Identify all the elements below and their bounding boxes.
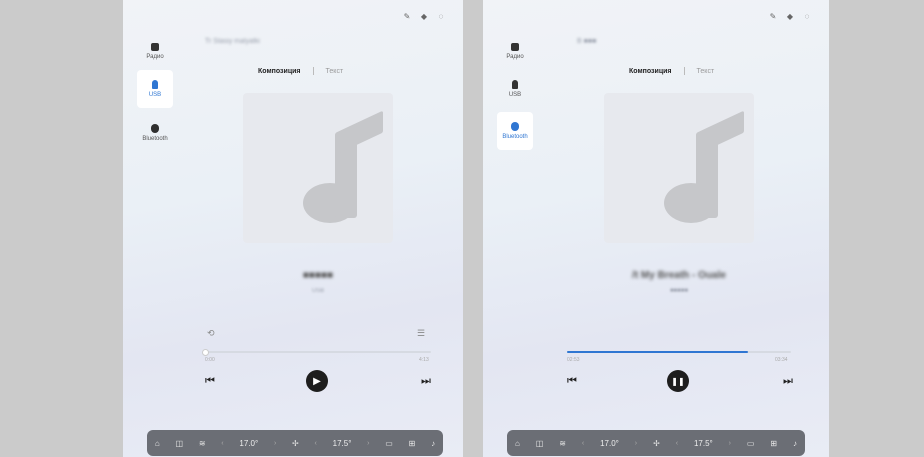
climate-bar: ⌂ ◫ ≋ ‹ 17.0° › ✢ ‹ 17.5° › ▭ ⊞ ♪ xyxy=(507,430,805,456)
temp-left-up-button[interactable]: › xyxy=(274,440,276,447)
status-bar: ✎ ◆ ◌ xyxy=(403,12,445,21)
pause-button[interactable]: ❚❚ xyxy=(667,370,689,392)
fan-icon[interactable]: ✢ xyxy=(653,439,660,448)
album-cover xyxy=(243,93,393,243)
sidebar-item-label: Bluetooth xyxy=(502,134,528,140)
time-total: 4:13 xyxy=(419,357,429,363)
source-title: B ■■■ xyxy=(577,38,597,45)
tab-divider xyxy=(683,67,685,75)
edit-icon: ✎ xyxy=(403,12,411,21)
sidebar-item-label: Радио xyxy=(146,53,164,60)
tab-lyrics[interactable]: Текст xyxy=(326,68,344,75)
defrost-icon[interactable]: ▭ xyxy=(385,439,393,448)
temp-right-up-button[interactable]: › xyxy=(367,440,369,447)
tab-composition[interactable]: Композиция xyxy=(258,68,301,75)
player-screen-usb: ✎ ◆ ◌ Радио USB Bluetooth Tr Stasiy maly… xyxy=(123,0,463,457)
source-title: Tr Stasiy malyatki xyxy=(205,38,260,45)
seat-heat-icon[interactable]: ≋ xyxy=(559,439,566,448)
sidebar-item-label: USB xyxy=(508,92,522,98)
next-track-button[interactable]: ⏭ xyxy=(421,374,431,388)
temp-right-up-button[interactable]: › xyxy=(729,440,731,447)
edit-icon: ✎ xyxy=(769,12,777,21)
music-note-flag xyxy=(696,110,744,155)
bluetooth-icon xyxy=(511,122,519,131)
play-button[interactable]: ▶ xyxy=(306,370,328,392)
defrost-icon[interactable]: ▭ xyxy=(747,439,755,448)
sidebar-item-radio[interactable]: Радио xyxy=(497,32,533,70)
fan-icon[interactable]: ✢ xyxy=(292,439,299,448)
time-total: 03:34 xyxy=(775,357,788,363)
tab-composition[interactable]: Композиция xyxy=(629,68,672,75)
previous-track-button[interactable]: ⏮ xyxy=(205,374,215,388)
time-elapsed: 0:00 xyxy=(205,357,215,363)
location-icon: ◆ xyxy=(786,12,794,21)
apps-icon[interactable]: ⊞ xyxy=(770,439,777,448)
sidebar-item-label: Bluetooth xyxy=(142,136,168,142)
next-track-button[interactable]: ⏭ xyxy=(783,374,793,388)
temp-left-down-button[interactable]: ‹ xyxy=(221,440,223,447)
tab-divider xyxy=(312,67,314,75)
song-title: ■■■■■ xyxy=(302,270,334,281)
temp-left-value: 17.0° xyxy=(239,438,259,448)
progress-bar[interactable] xyxy=(202,349,431,356)
song-artist: ■■■■■ xyxy=(669,288,689,294)
album-cover xyxy=(604,93,754,243)
home-icon[interactable]: ⌂ xyxy=(155,439,160,448)
play-icon: ▶ xyxy=(313,375,321,387)
cast-icon: ◌ xyxy=(438,12,444,21)
tab-group: Композиция Текст xyxy=(258,67,343,75)
music-note-flag xyxy=(335,110,383,155)
progress-handle[interactable] xyxy=(202,349,209,356)
apps-icon[interactable]: ⊞ xyxy=(409,439,416,448)
usb-icon xyxy=(152,80,158,89)
temp-right-down-button[interactable]: ‹ xyxy=(676,440,678,447)
song-artist: USB xyxy=(311,288,325,294)
seat-heat-icon[interactable]: ≋ xyxy=(199,439,206,448)
tab-group: Композиция Текст xyxy=(629,67,714,75)
bluetooth-icon xyxy=(151,124,159,133)
climate-bar: ⌂ ◫ ≋ ‹ 17.0° › ✢ ‹ 17.5° › ▭ ⊞ ♪ xyxy=(147,430,443,456)
temp-left-value: 17.0° xyxy=(600,438,619,448)
time-elapsed: 02:53 xyxy=(567,357,580,363)
sidebar-item-bluetooth[interactable]: Bluetooth xyxy=(497,112,533,150)
player-screen-bluetooth: ✎ ◆ ◌ Радио USB Bluetooth B ■■■ Композиц… xyxy=(483,0,829,457)
sidebar-item-radio[interactable]: Радио xyxy=(137,32,173,70)
location-icon: ◆ xyxy=(420,12,428,21)
tab-lyrics[interactable]: Текст xyxy=(697,68,715,75)
music-icon[interactable]: ♪ xyxy=(793,439,797,448)
temp-right-value: 17.5° xyxy=(332,438,352,448)
sidebar-item-label: Радио xyxy=(506,53,524,60)
sidebar-item-usb[interactable]: USB xyxy=(137,70,173,108)
pause-icon: ❚❚ xyxy=(671,376,685,386)
temp-left-up-button[interactable]: › xyxy=(635,440,637,447)
music-icon[interactable]: ♪ xyxy=(431,439,435,448)
progress-bar[interactable] xyxy=(567,351,791,353)
sidebar-item-label: USB xyxy=(148,92,162,98)
previous-track-button[interactable]: ⏮ xyxy=(567,374,577,388)
temp-left-down-button[interactable]: ‹ xyxy=(582,440,584,447)
usb-icon xyxy=(512,80,518,89)
sidebar-item-bluetooth[interactable]: Bluetooth xyxy=(137,114,173,152)
car-icon[interactable]: ◫ xyxy=(536,439,544,448)
radio-icon xyxy=(151,42,159,51)
home-icon[interactable]: ⌂ xyxy=(515,439,520,448)
cast-icon: ◌ xyxy=(804,12,810,21)
sidebar-item-usb[interactable]: USB xyxy=(497,70,533,108)
temp-right-value: 17.5° xyxy=(693,438,713,448)
status-bar: ✎ ◆ ◌ xyxy=(769,12,811,21)
song-title: /t My Breath - Ouale xyxy=(632,270,726,281)
progress-fill xyxy=(567,351,749,353)
repeat-icon[interactable]: ⟲ xyxy=(207,328,215,339)
playlist-icon[interactable]: ☰ xyxy=(417,328,425,339)
temp-right-down-button[interactable]: ‹ xyxy=(315,440,317,447)
car-icon[interactable]: ◫ xyxy=(175,439,183,448)
radio-icon xyxy=(511,42,519,51)
